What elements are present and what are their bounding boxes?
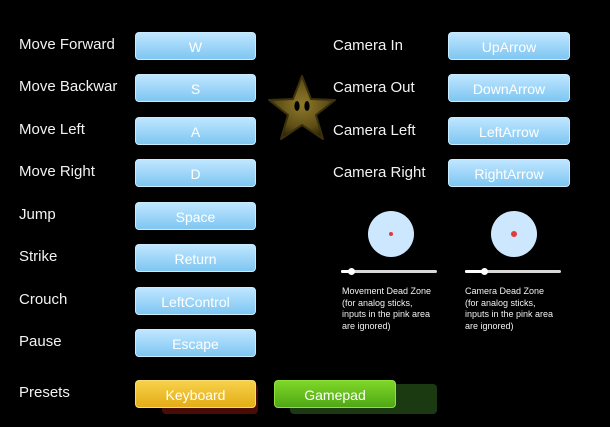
jump-key-button[interactable]: Space bbox=[135, 202, 256, 230]
move-backward-key-button[interactable]: S bbox=[135, 74, 256, 102]
camera-dead-zone-area bbox=[511, 231, 517, 237]
movement-dead-zone-slider[interactable] bbox=[341, 268, 437, 275]
camera-left-key-button[interactable]: LeftArrow bbox=[448, 117, 570, 145]
move-left-key-button[interactable]: A bbox=[135, 117, 256, 145]
camera-in-key-button[interactable]: UpArrow bbox=[448, 32, 570, 60]
presets-label: Presets bbox=[19, 384, 70, 401]
label-strike: Strike bbox=[19, 248, 58, 265]
movement-dead-zone-caption: Movement Dead Zone (for analog sticks, i… bbox=[342, 286, 432, 331]
gamepad-preset-button[interactable]: Gamepad bbox=[274, 380, 396, 408]
camera-dead-zone-caption: Camera Dead Zone (for analog sticks, inp… bbox=[465, 286, 554, 331]
camera-right-key-button[interactable]: RightArrow bbox=[448, 159, 570, 187]
label-move-backward: Move Backwar bbox=[19, 78, 118, 95]
label-move-left: Move Left bbox=[19, 121, 85, 138]
label-camera-in: Camera In bbox=[333, 37, 404, 54]
label-move-forward: Move Forward bbox=[19, 36, 115, 53]
keyboard-preset-button[interactable]: Keyboard bbox=[135, 380, 256, 408]
label-move-right: Move Right bbox=[19, 163, 95, 180]
movement-slider-handle[interactable] bbox=[348, 268, 355, 275]
camera-slider-handle[interactable] bbox=[481, 268, 488, 275]
pause-key-button[interactable]: Escape bbox=[135, 329, 256, 357]
label-camera-out: Camera Out bbox=[333, 79, 415, 96]
label-crouch: Crouch bbox=[19, 291, 68, 308]
movement-dead-zone-preview bbox=[368, 211, 414, 257]
camera-out-key-button[interactable]: DownArrow bbox=[448, 74, 570, 102]
star-icon bbox=[268, 75, 336, 140]
crouch-key-button[interactable]: LeftControl bbox=[135, 287, 256, 315]
camera-dead-zone-slider[interactable] bbox=[465, 268, 561, 275]
movement-dead-zone-area bbox=[389, 232, 393, 236]
label-pause: Pause bbox=[19, 333, 62, 350]
label-jump: Jump bbox=[19, 206, 56, 223]
camera-dead-zone-preview bbox=[491, 211, 537, 257]
strike-key-button[interactable]: Return bbox=[135, 244, 256, 272]
move-right-key-button[interactable]: D bbox=[135, 159, 256, 187]
label-camera-right: Camera Right bbox=[333, 164, 426, 181]
move-forward-key-button[interactable]: W bbox=[135, 32, 256, 60]
label-camera-left: Camera Left bbox=[333, 122, 416, 139]
